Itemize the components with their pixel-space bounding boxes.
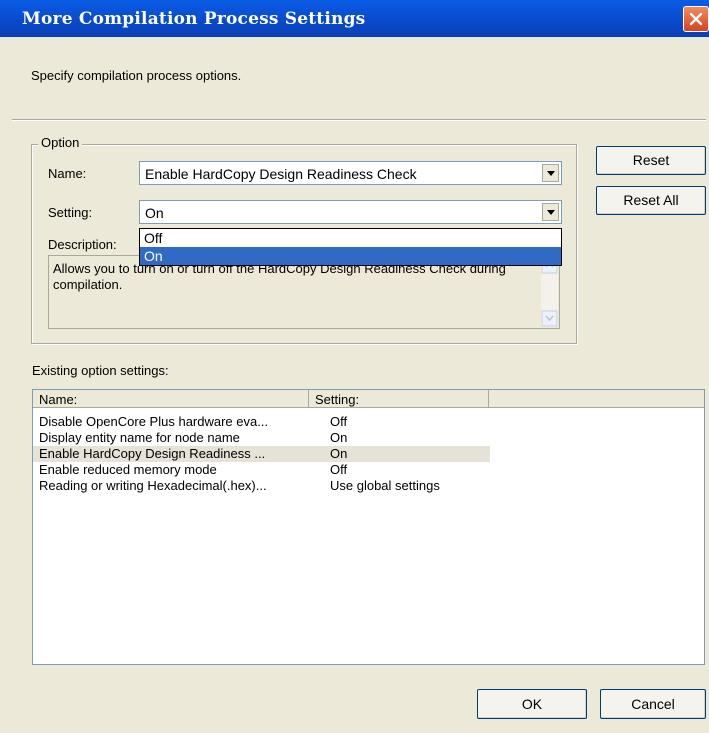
cancel-button[interactable]: Cancel — [600, 689, 706, 719]
column-header-setting[interactable]: Setting: — [309, 390, 489, 408]
list-header: Name: Setting: — [33, 390, 704, 409]
reset-all-button[interactable]: Reset All — [596, 186, 706, 215]
row-setting: Off — [330, 462, 348, 477]
ok-button[interactable]: OK — [477, 689, 587, 719]
description-scrollbar[interactable] — [541, 257, 558, 327]
table-row-selected[interactable]: Enable HardCopy Design Readiness ... On — [33, 446, 490, 462]
name-combobox-value: Enable HardCopy Design Readiness Check — [145, 166, 417, 182]
close-button[interactable] — [683, 6, 709, 32]
column-header-empty — [489, 390, 704, 408]
table-row[interactable]: Reading or writing Hexadecimal(.hex)... … — [33, 478, 490, 494]
close-icon — [689, 12, 703, 26]
row-name: Enable HardCopy Design Readiness ... — [39, 446, 266, 461]
name-label: Name: — [48, 166, 87, 181]
table-row[interactable]: Disable OpenCore Plus hardware eva... Of… — [33, 414, 490, 430]
table-row[interactable]: Enable reduced memory mode Off — [33, 462, 490, 478]
description-label: Description: — [48, 237, 117, 252]
title-bar: More Compilation Process Settings — [0, 0, 709, 37]
row-name: Display entity name for node name — [39, 430, 240, 445]
window-title: More Compilation Process Settings — [22, 9, 366, 29]
reset-button[interactable]: Reset — [596, 146, 706, 175]
row-name: Disable OpenCore Plus hardware eva... — [39, 414, 269, 429]
row-setting: On — [330, 430, 348, 445]
row-name: Enable reduced memory mode — [39, 462, 217, 477]
setting-combobox[interactable]: On — [139, 200, 562, 224]
column-header-name[interactable]: Name: — [33, 390, 309, 408]
dropdown-option-on[interactable]: On — [140, 247, 561, 265]
setting-label: Setting: — [48, 205, 93, 220]
row-setting: Use global settings — [330, 478, 440, 493]
table-row[interactable]: Display entity name for node name On — [33, 430, 490, 446]
description-box: Allows you to turn on or turn off the Ha… — [48, 255, 560, 329]
row-setting: On — [330, 446, 348, 461]
setting-combobox-value: On — [145, 205, 164, 221]
existing-settings-label: Existing option settings: — [32, 363, 169, 378]
existing-settings-list[interactable]: Name: Setting: Disable OpenCore Plus har… — [32, 389, 705, 665]
row-setting: Off — [330, 414, 348, 429]
setting-dropdown-list[interactable]: Off On — [139, 228, 562, 266]
setting-dropdown-arrow-icon[interactable] — [542, 203, 559, 221]
intro-text: Specify compilation process options. — [31, 68, 242, 83]
name-combobox[interactable]: Enable HardCopy Design Readiness Check — [139, 161, 562, 185]
name-dropdown-arrow-icon[interactable] — [542, 164, 559, 182]
separator — [12, 119, 706, 121]
row-name: Reading or writing Hexadecimal(.hex)... — [39, 478, 267, 493]
option-group-label: Option — [38, 135, 83, 150]
dropdown-option-off[interactable]: Off — [140, 229, 561, 247]
